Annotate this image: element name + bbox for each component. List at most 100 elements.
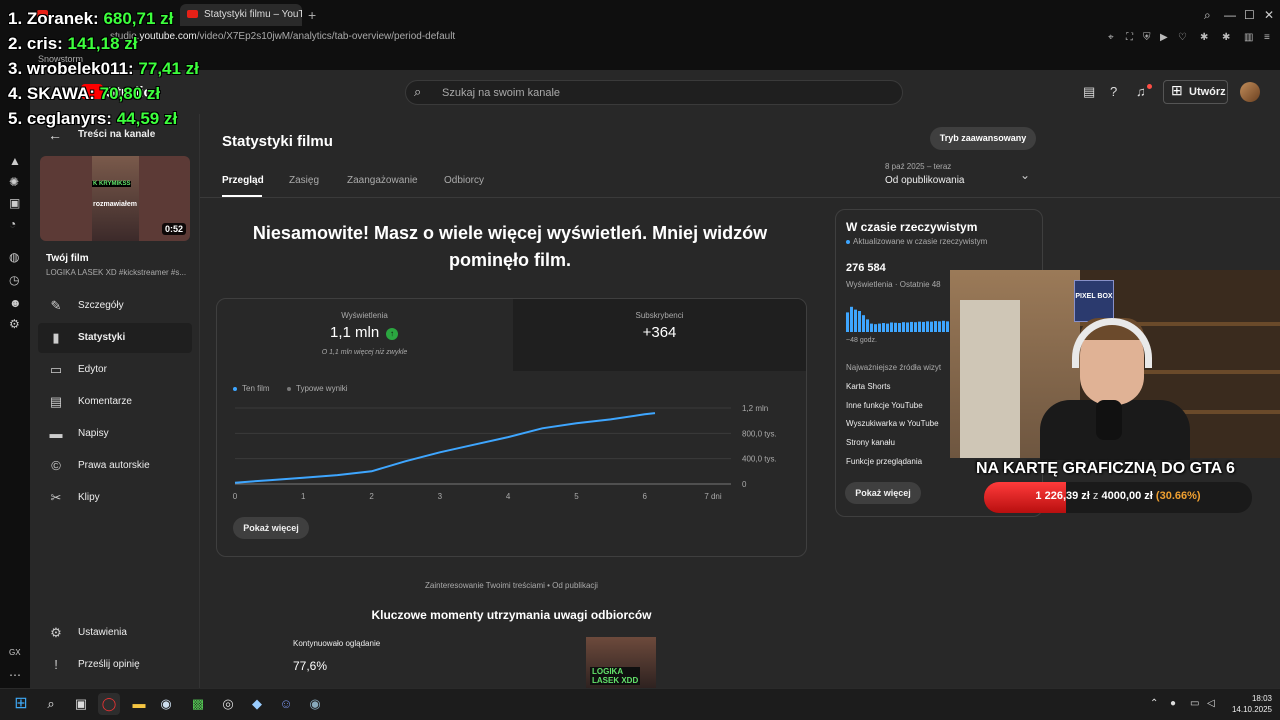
donation-goal-text: 1 226,39 zł z 4000,00 zł (30.66%) xyxy=(1035,490,1201,502)
chevron-down-icon[interactable]: ⌄ xyxy=(1020,168,1030,182)
sidebar-item-feedback[interactable]: ! Prześlij opinię xyxy=(38,650,192,680)
headline: Niesamowite! Masz o wiele więcej wyświet… xyxy=(252,223,768,270)
y-tick-label: 400,0 tys. xyxy=(742,455,777,464)
sidebar-item-details[interactable]: ✎ Szczegóły xyxy=(38,291,192,321)
search-tabs-icon[interactable]: ⌕ xyxy=(1204,8,1211,23)
steam-icon[interactable]: ◉ xyxy=(155,693,177,715)
search-icon[interactable]: ⌕ xyxy=(40,693,62,715)
sidebar-item-comments[interactable]: ▤ Komentarze xyxy=(38,387,192,417)
sidebar-toggle-icon[interactable]: ▥ xyxy=(1244,32,1253,43)
app-icon[interactable]: ◆ xyxy=(246,693,268,715)
advanced-mode-button[interactable]: Tryb zaawansowany xyxy=(930,127,1036,150)
youtube-favicon-icon xyxy=(187,10,198,18)
system-clock[interactable]: 18:03 14.10.2025 xyxy=(1222,693,1272,715)
sidebar-item-settings[interactable]: ⚙ Ustawienia xyxy=(38,618,192,648)
vpn-icon[interactable]: ▶ xyxy=(1160,32,1168,43)
realtime-bar xyxy=(862,315,865,332)
more-icon[interactable]: ⋯ xyxy=(9,668,21,682)
top-sources-heading: Najważniejsze źródła wizyt xyxy=(846,363,942,372)
minimize-icon[interactable]: — xyxy=(1224,8,1236,22)
extensions-icon[interactable]: ✱ xyxy=(1200,32,1208,43)
realtime-updated: Aktualizowane w czasie rzeczywistym xyxy=(853,237,988,246)
tray-chevron-icon[interactable]: ⌃ xyxy=(1150,698,1158,709)
realtime-bar xyxy=(910,321,913,332)
date-range-dates[interactable]: 8 paź 2025 – teraz xyxy=(885,162,951,171)
pet-icon[interactable]: ☻ xyxy=(9,296,22,310)
clock-icon[interactable]: ◷ xyxy=(9,273,19,287)
realtime-bar xyxy=(930,321,933,332)
tab-audience[interactable]: Odbiorcy xyxy=(444,175,484,186)
captions-icon[interactable]: ▤ xyxy=(1083,84,1095,100)
realtime-bar xyxy=(846,312,849,332)
donor-entry: 3. wrobelek011: 77,41 zł xyxy=(8,59,199,78)
legend-typical: Typowe wyniki xyxy=(287,384,348,393)
aria-icon[interactable]: ▲ xyxy=(9,154,21,168)
maximize-icon[interactable]: ☐ xyxy=(1244,8,1255,22)
search-icon[interactable]: ⌕ xyxy=(414,84,421,100)
x-tick-label: 0 xyxy=(233,492,238,501)
help-icon[interactable]: ? xyxy=(1110,84,1117,99)
twitch-icon[interactable]: ▣ xyxy=(9,196,20,210)
new-tab-icon[interactable]: + xyxy=(308,7,316,23)
realtime-bar xyxy=(942,320,945,332)
arrow-up-icon: ↑ xyxy=(386,328,398,340)
legend-this-video: Ten film xyxy=(233,384,270,393)
channel-content-link[interactable]: Treści na kanale xyxy=(78,129,155,140)
menu-icon[interactable]: ≡ xyxy=(1264,32,1270,43)
opera-gx-icon[interactable]: ◯ xyxy=(98,693,120,715)
close-icon[interactable]: ✕ xyxy=(1264,8,1274,22)
windows-start-icon[interactable]: ⊞ xyxy=(10,693,32,715)
realtime-show-more-button[interactable]: Pokaż więcej xyxy=(845,482,921,504)
key-moments-title: Kluczowe momenty utrzymania uwagi odbior… xyxy=(371,608,652,622)
tab-engagement[interactable]: Zaangażowanie xyxy=(347,175,418,186)
avatar[interactable] xyxy=(1240,82,1260,102)
x-tick-label: 5 xyxy=(574,492,579,501)
settings-icon[interactable]: ⚙ xyxy=(9,317,20,331)
gx-icon[interactable]: GX xyxy=(9,648,21,657)
tab-reach[interactable]: Zasięg xyxy=(289,175,319,186)
volume-icon[interactable]: ◁ xyxy=(1207,698,1215,709)
realtime-bar xyxy=(854,309,857,332)
show-more-button[interactable]: Pokaż więcej xyxy=(233,517,309,539)
mic-tray-icon[interactable]: ● xyxy=(1170,698,1176,709)
pin-icon[interactable]: ⌖ xyxy=(1108,32,1114,43)
copyright-icon: © xyxy=(51,458,61,473)
sidebar-item-subtitles[interactable]: ▬ Napisy xyxy=(38,419,192,449)
extension-icon[interactable]: ✱ xyxy=(1222,32,1230,43)
realtime-bar xyxy=(946,321,949,332)
back-arrow-icon[interactable]: ← xyxy=(48,127,62,143)
steam-client-icon[interactable]: ◉ xyxy=(304,693,326,715)
webcam-door xyxy=(960,300,1020,458)
screenshot-icon[interactable]: ⛶ xyxy=(1126,32,1133,43)
realtime-bar xyxy=(870,323,873,332)
bell-icon[interactable]: ♫ xyxy=(1136,84,1146,99)
pencil-icon: ✎ xyxy=(50,298,62,313)
tab-overview[interactable]: Przegląd xyxy=(222,175,264,186)
shield-icon[interactable]: ⛨ xyxy=(1143,32,1151,43)
messenger-icon[interactable]: ◔ xyxy=(9,217,16,231)
source-item: Wyszukiwarka w YouTube xyxy=(846,419,939,428)
video-title: LOGIKA LASEK XD #kickstreamer #s... xyxy=(46,268,187,277)
sidebar-item-clips[interactable]: ✂ Klipy xyxy=(38,483,192,513)
minecraft-icon[interactable]: ▩ xyxy=(187,693,209,715)
date-range-select[interactable]: Od opublikowania xyxy=(885,175,965,186)
realtime-bar xyxy=(866,319,869,332)
notification-dot xyxy=(1147,84,1152,89)
legend-dot xyxy=(233,386,237,391)
chrome-icon[interactable]: ◎ xyxy=(217,693,239,715)
legend-dot xyxy=(287,386,291,391)
sidebar-item-analytics[interactable]: ▮ Statystyki xyxy=(38,323,192,353)
network-icon[interactable]: ▭ xyxy=(1190,698,1199,709)
sidebar-item-copyright[interactable]: © Prawa autorskie xyxy=(38,451,192,481)
realtime-bar xyxy=(894,322,897,332)
task-view-icon[interactable]: ▣ xyxy=(70,693,92,715)
discord-icon[interactable]: ☺ xyxy=(275,693,297,715)
subscribers-label: Subskrybenci xyxy=(635,311,684,320)
player-icon[interactable]: ◍ xyxy=(9,250,19,264)
url-text[interactable]: studio.youtube.com/video/X7Ep2s10jwM/ana… xyxy=(110,31,455,42)
chatgpt-icon[interactable]: ✺ xyxy=(9,175,19,189)
heart-icon[interactable]: ♡ xyxy=(1178,32,1187,43)
sidebar-item-editor[interactable]: ▭ Edytor xyxy=(38,355,192,385)
file-explorer-icon[interactable]: ▬ xyxy=(128,693,150,715)
browser-tab-active[interactable]: Statystyki filmu – YouTube xyxy=(180,4,302,26)
